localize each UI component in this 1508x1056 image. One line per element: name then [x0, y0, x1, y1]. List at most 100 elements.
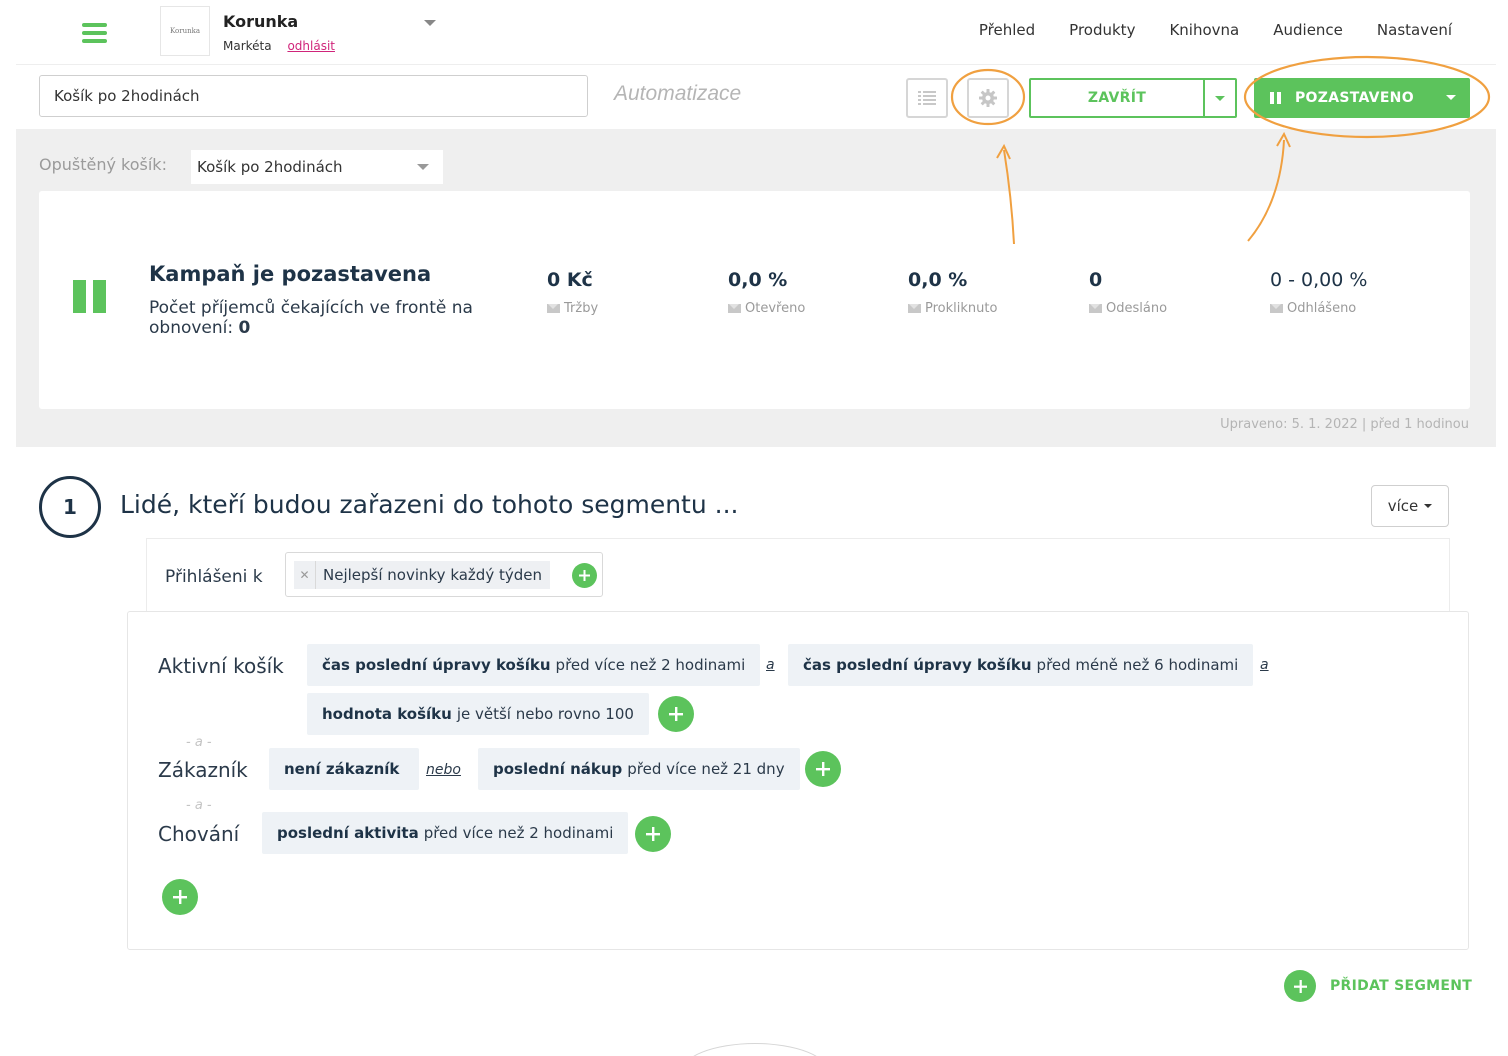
- chip-field: poslední aktivita: [277, 824, 419, 842]
- queue-info: Počet příjemců čekajících ve frontě na o…: [149, 298, 509, 338]
- plus-icon: [173, 890, 187, 904]
- plus-icon: [669, 707, 683, 721]
- subscription-tag-input[interactable]: ✕ Nejlepší novinky každý týden: [285, 552, 603, 597]
- settings-button[interactable]: [967, 78, 1009, 118]
- close-button[interactable]: ZAVŘÍT: [1029, 78, 1237, 118]
- stat-unsubscribed: 0 - 0,00 % Odhlášeno: [1270, 269, 1367, 316]
- toolbar: Automatizace ZAVŘÍT: [16, 65, 1496, 129]
- add-condition-button[interactable]: [658, 696, 694, 732]
- stat-label: Odesláno: [1106, 301, 1168, 316]
- campaign-panel: Opuštěný košík: Košík po 2hodinách Kampa…: [16, 129, 1496, 447]
- envelope-icon: [908, 304, 921, 313]
- close-dropdown-toggle[interactable]: [1205, 80, 1235, 116]
- add-condition-button[interactable]: [805, 751, 841, 787]
- condition-chip[interactable]: poslední aktivita před více než 2 hodina…: [262, 812, 629, 854]
- queue-text: Počet příjemců čekajících ve frontě na o…: [149, 298, 473, 338]
- envelope-icon: [728, 304, 741, 313]
- paused-status-label: POZASTAVENO: [1295, 90, 1414, 106]
- pause-icon: [1270, 92, 1281, 104]
- list-view-button[interactable]: [906, 78, 948, 118]
- brand-name[interactable]: Korunka: [223, 12, 298, 31]
- logo-text: Korunka: [169, 27, 201, 35]
- row-label-behavior: Chování: [158, 822, 240, 846]
- queue-count: 0: [238, 318, 251, 338]
- pause-icon: [73, 280, 106, 313]
- and-link[interactable]: a: [766, 657, 775, 673]
- condition-chip[interactable]: poslední nákup před více než 21 dny: [478, 748, 800, 790]
- stat-label: Tržby: [564, 301, 599, 316]
- chip-field: poslední nákup: [493, 760, 623, 778]
- user-info: Markéta odhlásit: [223, 39, 335, 53]
- chip-rule: před méně než 6 hodinami: [1036, 656, 1239, 674]
- section-label: Automatizace: [614, 82, 742, 105]
- campaign-status-title: Kampaň je pozastavena: [149, 262, 432, 286]
- envelope-icon: [1270, 304, 1283, 313]
- stat-sent: 0 Odesláno: [1089, 269, 1167, 316]
- menu-item-nastaveni[interactable]: Nastavení: [1377, 21, 1452, 39]
- main-menu: Přehled Produkty Knihovna Audience Nasta…: [945, 21, 1452, 39]
- envelope-icon: [547, 304, 560, 313]
- or-link[interactable]: nebo: [426, 762, 461, 778]
- user-name: Markéta: [223, 39, 272, 53]
- cart-select[interactable]: Košík po 2hodinách: [191, 150, 443, 184]
- plus-icon: [1293, 979, 1307, 993]
- subscribed-label: Přihlášeni k: [165, 567, 263, 587]
- top-nav: Korunka Korunka Markéta odhlásit Přehled…: [0, 0, 1508, 64]
- automation-name-input[interactable]: [39, 75, 588, 117]
- subscription-tag: ✕ Nejlepší novinky každý týden: [294, 561, 550, 589]
- stat-label: Otevřeno: [745, 301, 806, 316]
- menu-item-audience[interactable]: Audience: [1273, 21, 1343, 39]
- row-separator: - a -: [186, 798, 212, 813]
- paused-status-button[interactable]: POZASTAVENO: [1254, 78, 1470, 118]
- chevron-down-icon: [1215, 95, 1225, 101]
- stat-value: 0,0 %: [908, 269, 968, 291]
- add-condition-button[interactable]: [635, 816, 671, 852]
- chevron-down-icon: [417, 164, 429, 170]
- remove-tag-icon[interactable]: ✕: [294, 561, 316, 589]
- more-button-label: více: [1387, 497, 1419, 515]
- chevron-down-icon: [1424, 504, 1433, 508]
- menu-item-produkty[interactable]: Produkty: [1069, 21, 1135, 39]
- condition-chip[interactable]: čas poslední úpravy košíku před méně než…: [788, 644, 1254, 686]
- stat-value: 0,0 %: [728, 269, 788, 291]
- add-segment-label: PŘIDAT SEGMENT: [1330, 978, 1473, 994]
- stat-label: Odhlášeno: [1287, 301, 1357, 316]
- last-updated: Upraveno: 5. 1. 2022 | před 1 hodinou: [1220, 417, 1469, 432]
- stat-clicked: 0,0 % Prokliknuto: [908, 269, 997, 316]
- list-icon: [918, 91, 936, 105]
- chip-rule: před více než 21 dny: [627, 760, 785, 778]
- condition-chip[interactable]: čas poslední úpravy košíku před více než…: [307, 644, 761, 686]
- segment-number: 1: [39, 476, 101, 538]
- add-segment-button[interactable]: PŘIDAT SEGMENT: [1284, 970, 1472, 1002]
- close-button-label: ZAVŘÍT: [1031, 80, 1205, 116]
- menu-item-prehled[interactable]: Přehled: [979, 21, 1035, 39]
- row-separator: - a -: [186, 735, 212, 750]
- chip-field: není zákazník: [284, 760, 400, 778]
- more-button[interactable]: více: [1371, 485, 1449, 527]
- envelope-icon: [1089, 304, 1102, 313]
- chevron-down-icon[interactable]: [424, 20, 436, 26]
- chip-rule: je větší nebo rovno 100: [456, 705, 634, 723]
- stat-value: 0 Kč: [547, 269, 593, 291]
- plus-icon: [579, 570, 590, 581]
- and-link[interactable]: a: [1260, 657, 1269, 673]
- chevron-down-icon[interactable]: [1446, 95, 1456, 100]
- bottom-control[interactable]: [680, 1043, 830, 1056]
- gear-icon: [979, 89, 997, 107]
- stat-revenue: 0 Kč Tržby: [547, 269, 598, 316]
- chip-field: hodnota košíku: [322, 705, 452, 723]
- chip-rule: před více než 2 hodinami: [423, 824, 614, 842]
- menu-item-knihovna[interactable]: Knihovna: [1169, 21, 1239, 39]
- condition-chip[interactable]: není zákazník: [269, 748, 420, 790]
- plus-icon: [646, 827, 660, 841]
- logout-link[interactable]: odhlásit: [287, 39, 335, 53]
- subscription-tag-label: Nejlepší novinky každý týden: [323, 566, 542, 584]
- add-list-button[interactable]: [572, 563, 597, 588]
- plus-icon: [816, 762, 830, 776]
- add-condition-group-button[interactable]: [162, 879, 198, 915]
- menu-icon[interactable]: [82, 23, 107, 43]
- chip-field: čas poslední úpravy košíku: [803, 656, 1032, 674]
- condition-chip[interactable]: hodnota košíku je větší nebo rovno 100: [307, 693, 649, 735]
- segment-title: Lidé, kteří budou zařazeni do tohoto seg…: [120, 490, 739, 519]
- stat-opened: 0,0 % Otevřeno: [728, 269, 805, 316]
